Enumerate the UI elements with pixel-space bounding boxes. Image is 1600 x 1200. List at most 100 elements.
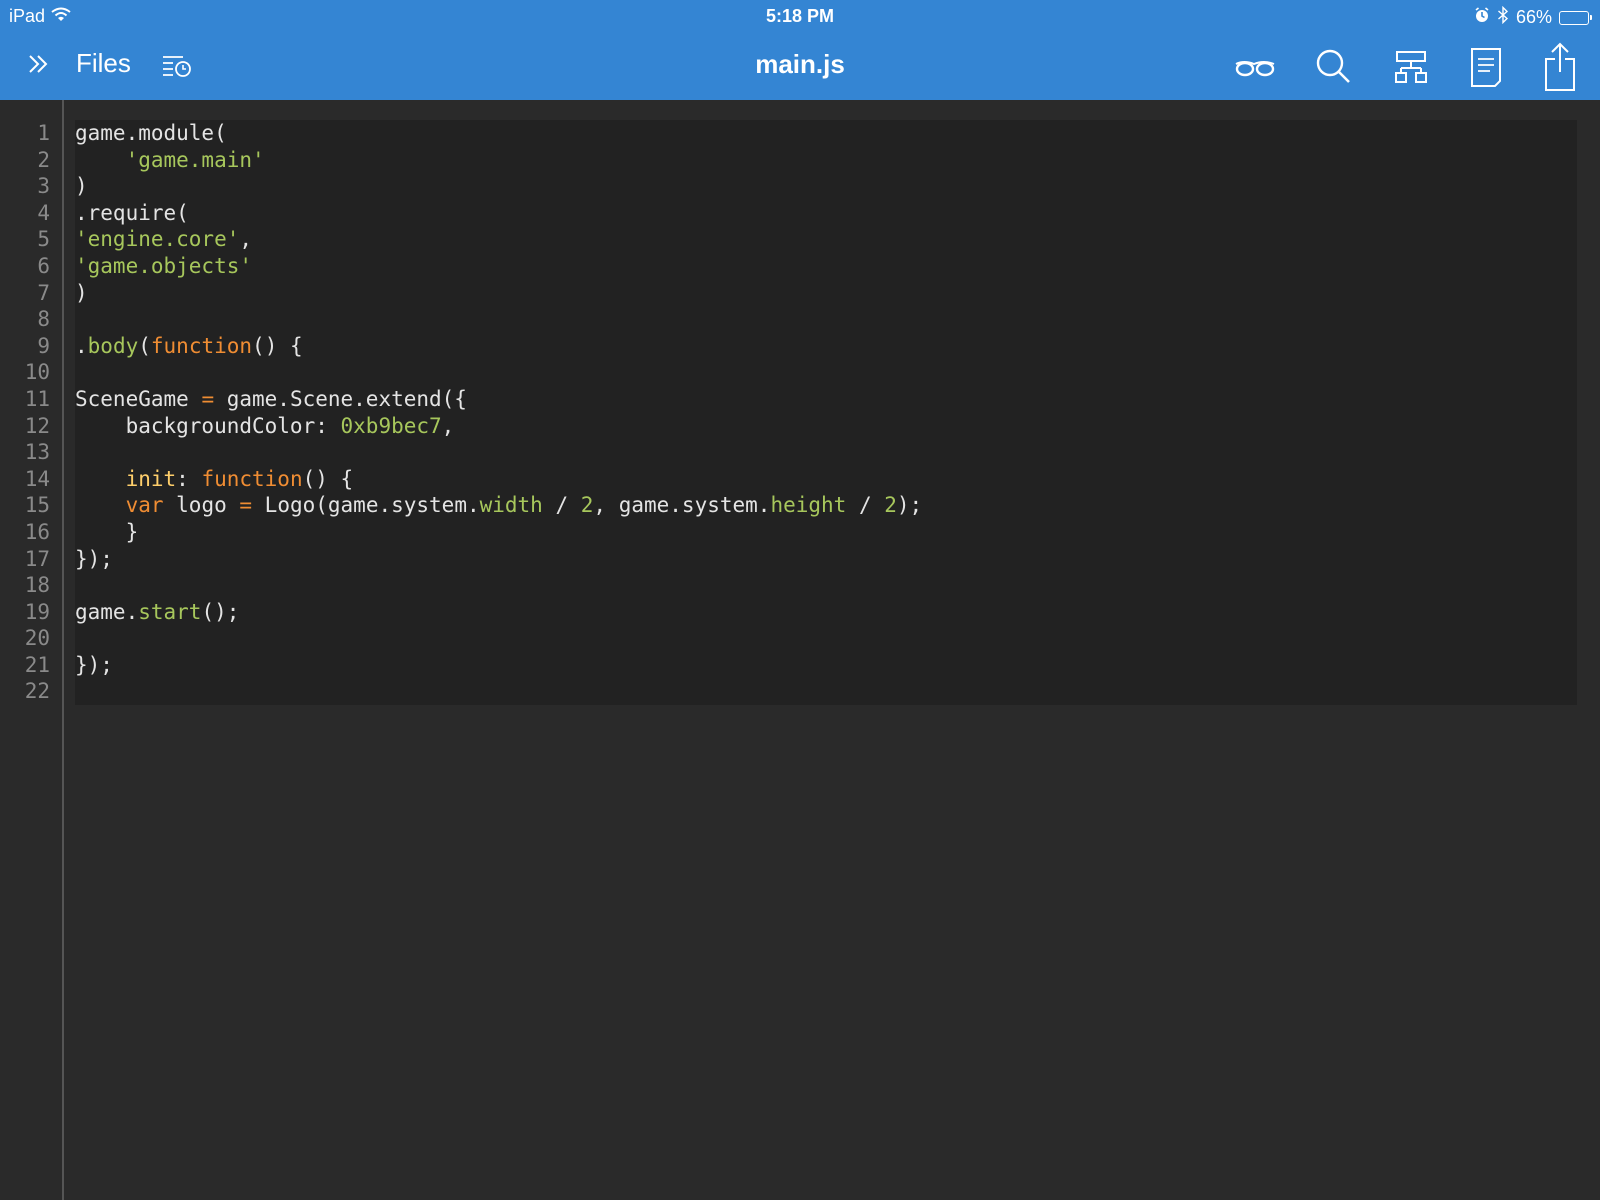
code-line[interactable]: var logo = Logo(game.system.width / 2, g…: [75, 492, 1577, 519]
code-line[interactable]: ): [75, 280, 1577, 307]
code-token: );: [896, 493, 923, 518]
nav-right: [1234, 42, 1578, 94]
share-icon[interactable]: [1542, 42, 1578, 94]
line-number: 5: [37, 227, 50, 252]
bluetooth-icon: [1497, 5, 1509, 29]
code-token: ,: [239, 227, 253, 252]
code-token: width: [479, 493, 543, 518]
code-token: var: [125, 493, 164, 518]
code-line[interactable]: game.module(: [75, 120, 1577, 147]
code-area[interactable]: game.module( 'game.main') .require('engin…: [75, 120, 1577, 705]
code-line[interactable]: SceneGame = game.Scene.extend({: [75, 386, 1577, 413]
code-token: =: [239, 493, 253, 518]
line-number: 14: [24, 466, 50, 491]
code-line[interactable]: [75, 359, 1577, 386]
code-token: () {: [252, 333, 303, 358]
line-number: 2: [37, 147, 50, 172]
line-number: 13: [24, 440, 50, 465]
code-token: logo: [163, 493, 240, 518]
code-token: .require(: [75, 200, 189, 225]
line-number: 7: [37, 280, 50, 305]
code-line[interactable]: .require(: [75, 200, 1577, 227]
line-number: 3: [37, 174, 50, 199]
structure-icon[interactable]: [1392, 43, 1430, 93]
line-number: 12: [24, 413, 50, 438]
code-token: height: [770, 493, 847, 518]
code-token: function: [150, 333, 253, 358]
code-token: game.: [75, 599, 139, 624]
code-token: , game.system.: [593, 493, 771, 518]
search-icon[interactable]: [1314, 43, 1354, 93]
gutter-divider: [62, 100, 64, 1200]
line-number: 10: [24, 360, 50, 385]
code-line[interactable]: });: [75, 652, 1577, 679]
code-line[interactable]: }: [75, 519, 1577, 546]
line-number: 8: [37, 307, 50, 332]
code-line[interactable]: [75, 572, 1577, 599]
code-token: 2: [580, 493, 594, 518]
line-number: 18: [24, 573, 50, 598]
code-token: /: [542, 493, 581, 518]
code-line[interactable]: [75, 439, 1577, 466]
code-token: game.Scene.extend({: [214, 386, 467, 411]
code-token: () {: [302, 466, 354, 491]
document-icon[interactable]: [1468, 43, 1504, 93]
line-number: 21: [24, 652, 50, 677]
code-token: .: [75, 333, 88, 358]
code-token: 'game.objects': [75, 253, 253, 278]
line-number: 22: [24, 679, 50, 704]
code-token: });: [75, 652, 113, 677]
line-number: 6: [37, 253, 50, 278]
code-line[interactable]: 'engine.core',: [75, 226, 1577, 253]
line-number: 4: [37, 200, 50, 225]
code-token: :: [176, 466, 202, 491]
code-token: 'engine.core': [75, 227, 240, 252]
code-line[interactable]: 'game.objects': [75, 253, 1577, 280]
alarm-icon: [1474, 7, 1490, 28]
code-token: game.module(: [75, 121, 227, 145]
code-token: /: [846, 493, 885, 518]
glasses-icon[interactable]: [1234, 43, 1276, 93]
code-line[interactable]: init: function() {: [75, 466, 1577, 493]
line-number: 15: [24, 493, 50, 518]
code-token: start: [138, 599, 202, 624]
code-line[interactable]: [75, 625, 1577, 652]
line-number: 19: [24, 599, 50, 624]
line-number: 17: [24, 546, 50, 571]
code-line[interactable]: .body(function() {: [75, 333, 1577, 360]
code-token: ,: [441, 413, 455, 438]
code-token: });: [75, 546, 113, 571]
status-bar: iPad 5:18 PM 66%: [0, 0, 1600, 34]
code-line[interactable]: });: [75, 546, 1577, 573]
code-token: ();: [201, 599, 240, 624]
code-token: function: [201, 466, 303, 491]
navigation-bar: Files main.js: [0, 34, 1600, 100]
code-token: Logo(game.system.: [252, 493, 480, 518]
code-token: init: [125, 466, 177, 491]
code-line[interactable]: backgroundColor: 0xb9bec7,: [75, 413, 1577, 440]
line-number: 11: [24, 386, 50, 411]
code-line[interactable]: 'game.main': [75, 147, 1577, 174]
code-line[interactable]: game.start();: [75, 599, 1577, 626]
code-token: ): [75, 280, 88, 305]
code-token: backgroundColor:: [75, 413, 341, 438]
line-number: 16: [24, 519, 50, 544]
code-token: 2: [884, 493, 897, 518]
line-number: 1: [37, 121, 50, 145]
code-token: 0xb9bec7: [340, 413, 442, 438]
code-token: }: [75, 519, 139, 544]
status-right: 66%: [1474, 5, 1592, 29]
code-token: SceneGame: [75, 386, 202, 411]
code-token: =: [201, 386, 215, 411]
code-editor[interactable]: 1 2 3 4 5 6 7 8 9 10 11 12 13 14 15 16 17 18 19 20 21 22 game…: [0, 100, 1600, 1200]
battery-icon: [1559, 10, 1592, 25]
battery-percent: 66%: [1515, 7, 1552, 27]
code-line[interactable]: [75, 678, 1577, 705]
code-line[interactable]: ): [75, 173, 1577, 200]
code-line[interactable]: [75, 306, 1577, 333]
line-number: 20: [24, 626, 50, 651]
status-time: 5:18 PM: [765, 6, 835, 26]
